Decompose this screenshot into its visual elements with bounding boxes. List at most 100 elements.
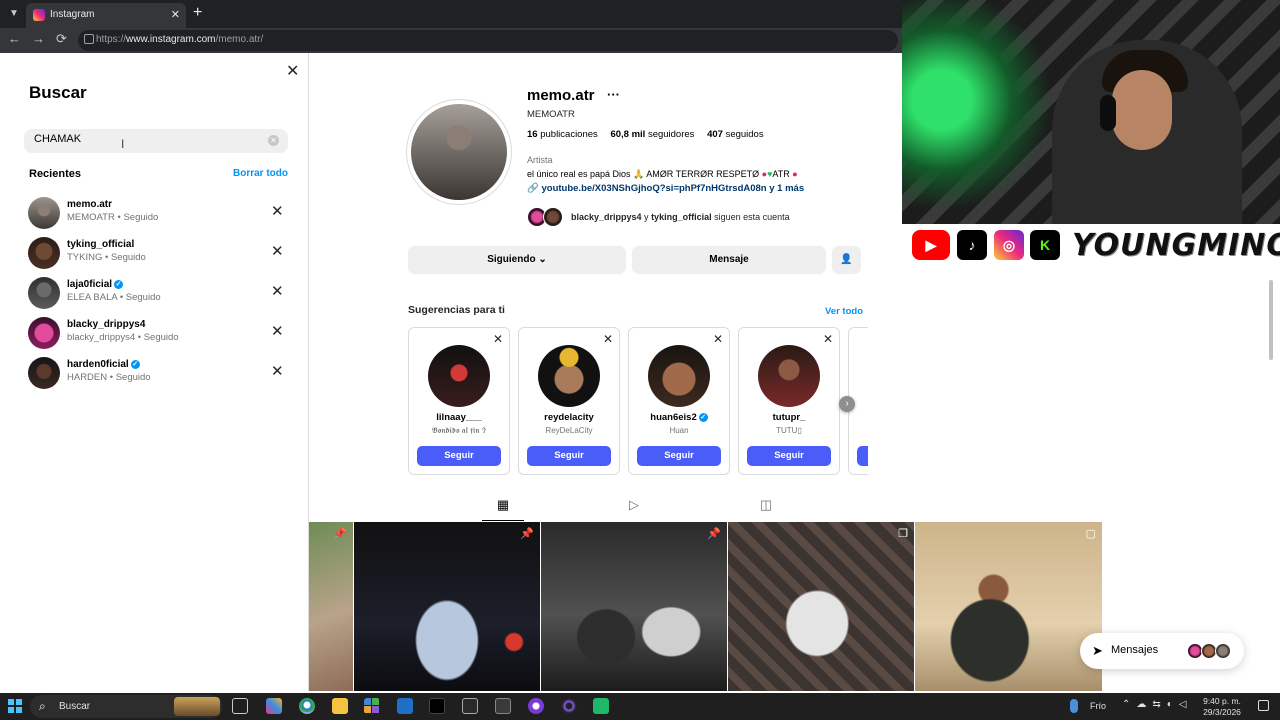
post-thumbnail[interactable]: ❐ xyxy=(728,522,914,691)
streaming-app-icon[interactable] xyxy=(561,698,577,714)
remove-recent-icon[interactable]: ✕ xyxy=(271,242,284,260)
obs-icon[interactable] xyxy=(528,698,544,714)
suggestion-card[interactable]: ✕ reydelacity ReyDeLaCity Seguir xyxy=(518,327,620,475)
follow-button[interactable]: Seguir xyxy=(637,446,721,466)
more-options-icon[interactable]: ··· xyxy=(607,87,620,102)
chrome-icon[interactable] xyxy=(299,698,315,714)
following-button[interactable]: Siguiendo ⌄ xyxy=(408,246,626,274)
mail-icon[interactable] xyxy=(397,698,413,714)
recent-username: tyking_official xyxy=(67,239,135,250)
add-user-icon[interactable]: 👤 xyxy=(832,246,861,274)
search-box[interactable]: ✕ xyxy=(24,129,288,153)
post-thumbnail[interactable]: 📌 xyxy=(541,522,727,691)
tab-close-icon[interactable]: ✕ xyxy=(171,8,180,21)
search-input[interactable] xyxy=(34,133,264,145)
notification-icon[interactable] xyxy=(1258,700,1269,711)
dismiss-suggestion-icon[interactable]: ✕ xyxy=(713,332,723,346)
see-all-link[interactable]: Ver todo xyxy=(825,306,863,317)
tiktok-icon: ♪ xyxy=(957,230,987,260)
recent-item[interactable]: memo.atr MEMOATR • Seguido ✕ xyxy=(26,195,294,231)
avatar xyxy=(538,345,600,407)
suggestion-card[interactable]: ✕ huan6eis2 ✓ Huan Seguir xyxy=(628,327,730,475)
pin-icon: 📌 xyxy=(333,528,347,540)
post-thumbnail[interactable]: ▢ xyxy=(915,522,1102,691)
recent-item[interactable]: harden0ficial ✓ HARDEN • Seguido ✕ xyxy=(26,355,294,391)
remove-recent-icon[interactable]: ✕ xyxy=(271,202,284,220)
follow-button[interactable]: Seguir xyxy=(417,446,501,466)
reload-icon[interactable]: ⟳ xyxy=(56,31,67,47)
taskbar-search[interactable]: ⌕ Buscar xyxy=(30,695,222,718)
clock-date: 29/3/2026 xyxy=(1203,707,1241,717)
editor-icon[interactable] xyxy=(495,698,511,714)
url-field[interactable]: https://www.instagram.com/memo.atr/ xyxy=(78,30,898,51)
capcut-icon[interactable] xyxy=(462,698,478,714)
streamer-face xyxy=(1112,70,1172,150)
recent-subtitle: HARDEN • Seguido xyxy=(67,372,151,383)
taskbar-clock[interactable]: 9:40 p. m. 29/3/2026 xyxy=(1200,696,1244,718)
following-stat[interactable]: 407 seguidos xyxy=(707,129,764,140)
green-app-icon[interactable] xyxy=(593,698,609,714)
post-grid: 📌 📌 📌 ❐ ▢ xyxy=(309,522,1102,691)
chevron-right-icon[interactable]: › xyxy=(839,396,855,412)
posts-grid-icon[interactable]: ▦ xyxy=(495,497,511,513)
close-panel-icon[interactable]: ✕ xyxy=(286,61,299,81)
store-icon[interactable] xyxy=(364,698,380,714)
follow-button[interactable] xyxy=(857,446,868,466)
remove-recent-icon[interactable]: ✕ xyxy=(271,362,284,380)
recent-username: memo.atr xyxy=(67,199,113,210)
post-thumbnail[interactable]: 📌 xyxy=(309,522,353,691)
file-explorer-icon[interactable] xyxy=(332,698,348,714)
suggestion-username: lilnaay___ xyxy=(436,412,482,423)
page-scrollbar[interactable] xyxy=(1269,280,1273,360)
site-info-icon[interactable] xyxy=(84,34,94,44)
tiktok-app-icon[interactable] xyxy=(429,698,445,714)
weather-label[interactable]: Frío xyxy=(1090,701,1106,711)
recent-item[interactable]: laja0ficial ✓ ELEA BALA • Seguido ✕ xyxy=(26,275,294,311)
mutual-followers-avatars[interactable] xyxy=(527,207,567,227)
dismiss-suggestion-icon[interactable]: ✕ xyxy=(603,332,613,346)
profile-link[interactable]: 🔗 youtube.be/X03NShGjhoQ?si=phPf7nHGtrsd… xyxy=(527,183,804,194)
windows-start-icon[interactable] xyxy=(8,699,22,713)
tab-list-chevron-icon[interactable]: ▼ xyxy=(4,4,24,24)
profile-username: memo.atr xyxy=(527,87,595,104)
verified-badge-icon: ✓ xyxy=(130,359,140,369)
suggestion-subtitle: TUTU▯ xyxy=(776,426,802,435)
mutual-followers-text[interactable]: blacky_drippys4 y tyking_official siguen… xyxy=(571,212,790,222)
recent-username: blacky_drippys4 xyxy=(67,319,146,330)
social-strip: ▶ ♪ ◎ K YOUNGMINOR xyxy=(902,224,1280,268)
suggestion-card[interactable]: ✕ lilnaay___ 𝕭𝖔𝖓𝖉𝖎𝖉𝖔 𝖆𝖑 𝖋𝖎𝖓 ✞ Seguir xyxy=(408,327,510,475)
search-panel: Buscar ✕ ✕ Recientes Borrar todo memo.at… xyxy=(4,53,309,691)
dismiss-suggestion-icon[interactable]: ✕ xyxy=(493,332,503,346)
message-button[interactable]: Mensaje xyxy=(632,246,826,274)
reel-icon: ▢ xyxy=(1085,528,1096,540)
messages-button[interactable]: ➤ Mensajes xyxy=(1080,633,1244,669)
post-thumbnail[interactable]: 📌 xyxy=(354,522,540,691)
clear-all-link[interactable]: Borrar todo xyxy=(233,168,288,179)
clear-search-icon[interactable]: ✕ xyxy=(268,135,279,146)
avatar xyxy=(28,237,60,269)
dismiss-suggestion-icon[interactable]: ✕ xyxy=(823,332,833,346)
profile-display-name: MEMOATR xyxy=(527,109,575,120)
remove-recent-icon[interactable]: ✕ xyxy=(271,322,284,340)
headset-icon xyxy=(1100,95,1116,131)
forward-arrow-icon[interactable]: → xyxy=(32,31,45,46)
reels-icon[interactable]: ▷ xyxy=(626,497,642,513)
tagged-icon[interactable]: ◫ xyxy=(758,497,774,513)
browser-tab[interactable]: Instagram ✕ xyxy=(26,3,186,28)
follow-button[interactable]: Seguir xyxy=(747,446,831,466)
task-view-icon[interactable] xyxy=(232,698,248,714)
new-tab-button[interactable]: + xyxy=(193,4,202,22)
carousel-icon: ❐ xyxy=(898,528,908,540)
follow-button[interactable]: Seguir xyxy=(527,446,611,466)
remove-recent-icon[interactable]: ✕ xyxy=(271,282,284,300)
system-tray-icons[interactable]: ⌃☁⇆◐◁ xyxy=(1122,699,1193,710)
copilot-icon[interactable] xyxy=(266,698,282,714)
followers-stat[interactable]: 60,8 mil seguidores xyxy=(610,129,694,140)
avatar xyxy=(428,345,490,407)
recent-item[interactable]: blacky_drippys4 blacky_drippys4 • Seguid… xyxy=(26,315,294,351)
profile-picture[interactable] xyxy=(406,99,512,205)
back-arrow-icon[interactable]: ← xyxy=(8,31,21,46)
thermometer-icon xyxy=(1070,699,1078,713)
recent-item[interactable]: tyking_official TYKING • Seguido ✕ xyxy=(26,235,294,271)
suggestion-card[interactable]: ✕ tutupr_ TUTU▯ Seguir xyxy=(738,327,840,475)
